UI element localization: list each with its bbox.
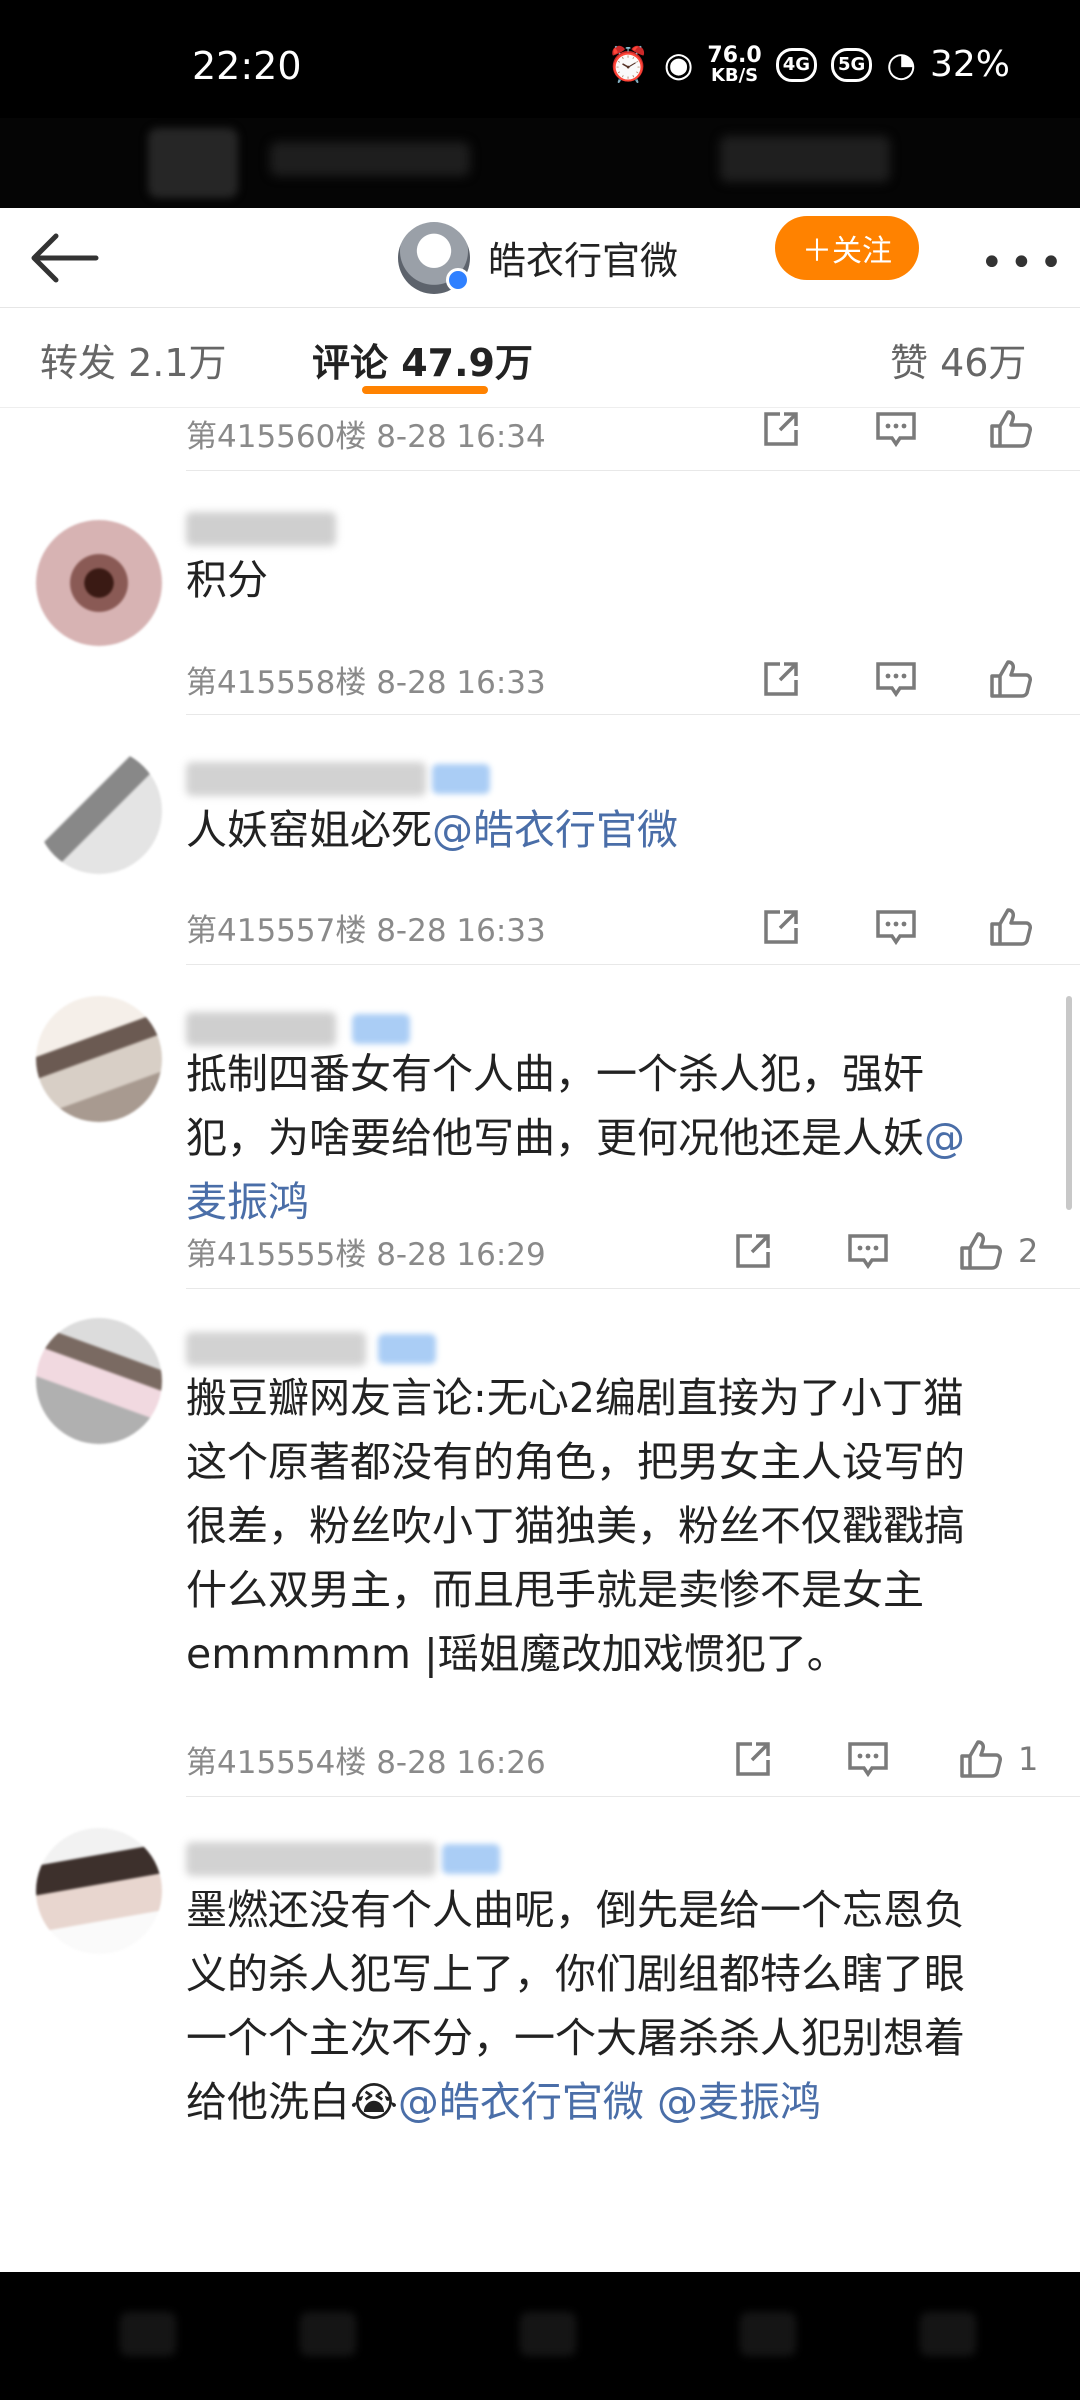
like-button[interactable]: 2 — [958, 1230, 1038, 1272]
more-icon[interactable]: ••• — [980, 240, 1069, 286]
tab-bar: 转发 2.1万 评论 47.9万 赞 46万 — [0, 308, 1080, 408]
like-icon[interactable] — [988, 906, 1034, 948]
repost-icon[interactable] — [760, 658, 802, 700]
comment-text: 抵制四番女有个人曲，一个杀人犯，强奸 犯，为啥要给他写曲，更何况他还是人妖@ 麦… — [186, 1042, 1046, 1234]
sim1-signal-icon: 4G — [775, 47, 817, 82]
like-icon — [960, 1740, 1002, 1778]
member-badge — [378, 1334, 436, 1364]
floor-timestamp: 第415558楼 8-28 16:33 — [186, 664, 546, 701]
member-badge — [432, 764, 490, 794]
obscured-area — [0, 118, 1080, 208]
comment-meta-row: 第415555楼 8-28 16:29 — [186, 1226, 1056, 1276]
battery-level: 32% — [929, 44, 1010, 85]
like-count: 2 — [1018, 1232, 1039, 1270]
sim2-signal-icon: 5G — [831, 47, 873, 82]
blurred-block — [520, 2312, 576, 2356]
blurred-block — [120, 2312, 176, 2356]
repost-icon[interactable] — [732, 1230, 774, 1272]
comment-divider — [186, 714, 1080, 715]
weibo-comment-page: 皓衣行官微 ＋关注 ••• 转发 2.1万 评论 47.9万 赞 46万 第41… — [0, 208, 1080, 2272]
status-time: 22:20 — [192, 44, 302, 88]
comment-icon[interactable] — [846, 1738, 890, 1780]
username-blurred[interactable] — [186, 1332, 366, 1366]
member-badge — [442, 1844, 500, 1874]
comment-icon[interactable] — [874, 906, 918, 948]
avatar[interactable] — [36, 1828, 162, 1954]
blurred-block — [148, 128, 238, 198]
floor-timestamp: 第415555楼 8-28 16:29 — [186, 1236, 546, 1273]
back-arrow-icon[interactable] — [26, 230, 102, 286]
username-blurred[interactable] — [186, 1012, 336, 1046]
like-icon[interactable] — [988, 408, 1034, 450]
comment-meta-row: 第415554楼 8-28 16:26 — [186, 1734, 1056, 1784]
comment-icon[interactable] — [874, 408, 918, 450]
avatar[interactable] — [36, 1318, 162, 1444]
mention-link[interactable]: @皓衣行官微 — [432, 806, 678, 854]
mention-link[interactable]: @皓衣行官微 — [398, 2078, 644, 2126]
verified-icon — [446, 268, 470, 292]
top-bar: 皓衣行官微 ＋关注 ••• — [0, 208, 1080, 308]
alarm-icon: ⏰ — [607, 44, 650, 85]
floor-timestamp: 第415560楼 8-28 16:34 — [186, 418, 546, 455]
username-blurred[interactable] — [186, 1842, 436, 1876]
like-icon — [960, 1232, 1002, 1270]
comment-text: 搬豆瓣网友言论:无心2编剧直接为了小丁猫 这个原著都没有的角色，把男女主人设写的… — [186, 1374, 965, 1678]
follow-button[interactable]: ＋关注 — [775, 216, 919, 280]
username-blurred[interactable] — [186, 512, 336, 546]
avatar[interactable] — [36, 996, 162, 1122]
comment-icon[interactable] — [846, 1230, 890, 1272]
blurred-block — [720, 136, 890, 182]
wifi-icon: ◔ — [886, 44, 916, 85]
comment-meta-row: 第415557楼 8-28 16:33 — [186, 902, 1056, 952]
comment-text: 人妖窑姐必死@皓衣行官微 — [186, 806, 678, 854]
comment-meta-row: 第415560楼 8-28 16:34 — [186, 408, 1056, 458]
blurred-block — [920, 2312, 976, 2356]
nfc-icon: ◉ — [663, 44, 694, 85]
username-blurred[interactable] — [186, 762, 426, 796]
active-tab-indicator — [362, 386, 488, 394]
comment-divider — [186, 1288, 1080, 1289]
network-speed: 76.0 KB/S — [707, 42, 762, 86]
tab-comments[interactable]: 评论 47.9万 — [312, 332, 533, 387]
blurred-block — [740, 2312, 796, 2356]
tab-repost[interactable]: 转发 2.1万 — [40, 332, 227, 387]
bottom-bar — [0, 2272, 1080, 2400]
blurred-block — [300, 2312, 356, 2356]
like-icon[interactable] — [988, 658, 1034, 700]
member-badge — [352, 1014, 410, 1044]
comment-text: 墨燃还没有个人曲呢，倒先是给一个忘恩负 义的杀人犯写上了，你们剧组都特么瞎了眼 … — [186, 1886, 965, 2126]
like-count: 1 — [1018, 1740, 1039, 1778]
repost-icon[interactable] — [760, 408, 802, 450]
avatar[interactable] — [36, 748, 162, 874]
comment-divider — [186, 964, 1080, 965]
mention-link[interactable]: 麦振鸿 — [186, 1170, 1046, 1234]
scrollbar[interactable] — [1066, 996, 1072, 1210]
mention-link[interactable]: @ — [924, 1114, 965, 1162]
tab-likes[interactable]: 赞 46万 — [890, 332, 1026, 387]
repost-icon[interactable] — [760, 906, 802, 948]
comment-meta-row: 第415558楼 8-28 16:33 — [186, 654, 1056, 704]
repost-icon[interactable] — [732, 1738, 774, 1780]
account-name[interactable]: 皓衣行官微 — [488, 230, 678, 285]
floor-timestamp: 第415557楼 8-28 16:33 — [186, 912, 546, 949]
comment-text: 积分 — [186, 556, 268, 604]
floor-timestamp: 第415554楼 8-28 16:26 — [186, 1744, 546, 1781]
comment-icon[interactable] — [874, 658, 918, 700]
comment-divider — [186, 1796, 1080, 1797]
like-button[interactable]: 1 — [958, 1738, 1038, 1780]
comment-divider — [186, 470, 1080, 471]
blurred-block — [270, 142, 470, 176]
avatar[interactable] — [36, 520, 162, 646]
status-icons: ⏰ ◉ 76.0 KB/S 4G 5G ◔ 32% — [607, 44, 1010, 85]
mention-link[interactable]: @麦振鸿 — [657, 2078, 821, 2126]
